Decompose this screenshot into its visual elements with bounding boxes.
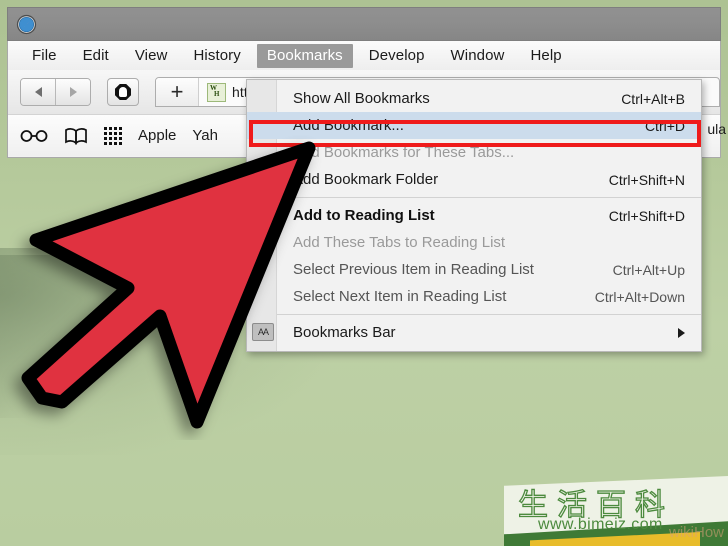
menu-bar: File Edit View History Bookmarks Develop… xyxy=(8,41,720,70)
wikihow-favicon: W H xyxy=(207,82,226,102)
stop-button[interactable] xyxy=(107,78,139,106)
menu-item-show-all-bookmarks[interactable]: Show All Bookmarks Ctrl+Alt+B xyxy=(247,85,701,112)
page-background-shade-secondary xyxy=(0,248,120,418)
screenshot-root: File Edit View History Bookmarks Develop… xyxy=(0,0,728,546)
menu-item-label: Bookmarks Bar xyxy=(293,324,396,341)
menubar-item-bookmarks[interactable]: Bookmarks xyxy=(256,43,353,68)
menu-item-shortcut: Ctrl+Alt+B xyxy=(621,90,685,107)
menu-item-add-these-tabs-to-reading-list: Add These Tabs to Reading List xyxy=(247,229,701,256)
bookmark-popular-clipped[interactable]: ula xyxy=(707,121,726,137)
bookmarks-book-icon[interactable] xyxy=(64,127,88,145)
favicon-letter-h: H xyxy=(214,89,220,98)
stop-hand-icon xyxy=(115,84,131,100)
menu-item-shortcut: Ctrl+Shift+D xyxy=(608,207,685,224)
bookmark-apple[interactable]: Apple xyxy=(138,127,176,144)
menu-item-shortcut: Ctrl+D xyxy=(644,117,685,134)
menubar-item-develop[interactable]: Develop xyxy=(359,44,435,68)
watermark-url: www.bimeiz.com xyxy=(538,516,663,533)
back-arrow-icon xyxy=(34,87,42,97)
menu-item-add-bookmarks-for-these-tabs: Add Bookmarks for These Tabs... xyxy=(247,139,701,166)
chevron-right-icon xyxy=(678,327,685,338)
menubar-item-help[interactable]: Help xyxy=(520,44,571,68)
menubar-item-edit[interactable]: Edit xyxy=(73,44,119,68)
menu-item-shortcut: Ctrl+Shift+N xyxy=(608,171,685,188)
menu-item-label: Add These Tabs to Reading List xyxy=(293,234,506,251)
menu-item-add-to-reading-list[interactable]: Add to Reading List Ctrl+Shift+D xyxy=(247,202,701,229)
reading-list-glasses-icon[interactable] xyxy=(20,129,48,143)
menu-item-label: Select Next Item in Reading List xyxy=(293,288,507,305)
bookmark-yahoo[interactable]: Yah xyxy=(192,127,218,144)
menu-separator-2 xyxy=(277,314,701,315)
menubar-item-file[interactable]: File xyxy=(22,44,67,68)
bookmarks-folder-icon: AA xyxy=(252,323,274,341)
menu-item-select-previous-item-in-reading-list[interactable]: Select Previous Item in Reading List Ctr… xyxy=(247,256,701,283)
menu-item-shortcut: Ctrl+Alt+Up xyxy=(612,261,685,278)
menu-item-label: Show All Bookmarks xyxy=(293,90,430,107)
navigation-button-group xyxy=(20,78,91,106)
menu-separator-1 xyxy=(277,197,701,198)
menu-item-select-next-item-in-reading-list[interactable]: Select Next Item in Reading List Ctrl+Al… xyxy=(247,283,701,310)
watermark: 生活百科 www.bimeiz.com wikiHow xyxy=(504,476,728,546)
top-sites-grid-icon[interactable] xyxy=(104,126,122,145)
menu-item-label: Add to Reading List xyxy=(293,207,435,224)
safari-compass-icon xyxy=(16,14,37,35)
bookmarks-dropdown-menu: Show All Bookmarks Ctrl+Alt+B Add Bookma… xyxy=(246,79,702,352)
new-tab-button[interactable]: + xyxy=(156,78,199,106)
menu-item-add-bookmark-folder[interactable]: Add Bookmark Folder Ctrl+Shift+N xyxy=(247,166,701,193)
menubar-item-window[interactable]: Window xyxy=(441,44,515,68)
menu-item-label: Add Bookmark Folder xyxy=(293,171,439,188)
watermark-ghost-text: wikiHow xyxy=(668,524,724,541)
menu-item-label: Add Bookmark... xyxy=(293,117,404,134)
forward-arrow-icon xyxy=(69,87,77,97)
menu-item-bookmarks-bar[interactable]: AA Bookmarks Bar xyxy=(247,319,701,346)
menu-item-label: Add Bookmarks for These Tabs... xyxy=(293,144,515,161)
menu-item-add-bookmark[interactable]: Add Bookmark... Ctrl+D xyxy=(247,112,701,139)
menu-item-shortcut: Ctrl+Alt+Down xyxy=(594,288,685,305)
back-button[interactable] xyxy=(21,79,55,105)
menu-item-label: Select Previous Item in Reading List xyxy=(293,261,534,278)
menubar-item-history[interactable]: History xyxy=(183,44,250,68)
forward-button[interactable] xyxy=(55,79,90,105)
window-titlebar xyxy=(7,7,721,41)
menubar-item-view[interactable]: View xyxy=(125,44,178,68)
